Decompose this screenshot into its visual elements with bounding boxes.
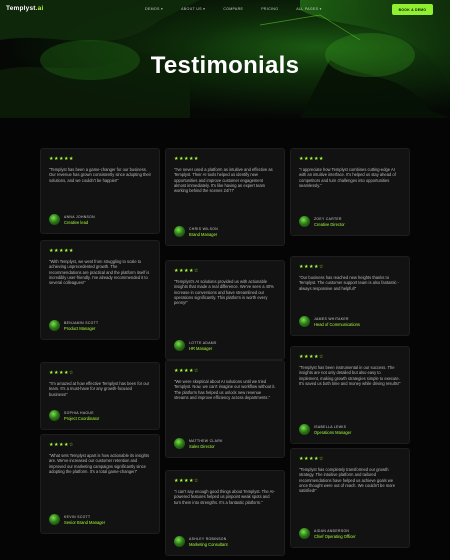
star-rating-icon: ★★★★★ <box>49 156 74 162</box>
author-name: LOTTE ADAMS <box>189 340 217 345</box>
testimonial-card: ★★★★★ "I've never used a platform as int… <box>165 148 285 246</box>
star-rating-icon: ★★★★☆ <box>299 354 324 360</box>
avatar <box>174 438 185 449</box>
testimonial-card: ★★★★☆ "Templyst has completely transform… <box>290 448 410 548</box>
top-navigation: Templyst.ai DEMOS ▾ ABOUT US ▾ COMPARE P… <box>0 0 450 20</box>
author-role: Creative Director <box>314 221 345 227</box>
nav-item-all-pages[interactable]: ALL PAGES ▾ <box>296 7 321 11</box>
author-role: Operations Manager <box>314 429 352 435</box>
testimonial-card: ★★★★☆ "What sets Templyst apart is how a… <box>40 434 160 534</box>
testimonial-card: ★★★★★ "Templyst has been a game-changer … <box>40 148 160 234</box>
avatar <box>174 226 185 237</box>
page-title: Testimonials <box>150 52 300 79</box>
testimonial-quote: "Templyst has been instrumental in our s… <box>299 365 401 386</box>
testimonial-card: ★★★★☆ "Templyst has been instrumental in… <box>290 346 410 444</box>
brand-mark: .ai <box>35 5 44 12</box>
author-name: CHRIS WILSON <box>189 226 219 231</box>
testimonial-author: JAMES WHITAKER Head of Communications <box>299 316 360 327</box>
testimonial-card: ★★★★★ "I appreciate how Templyst combine… <box>290 148 410 236</box>
testimonial-card: ★★★★☆ "Templyst's AI solutions provided … <box>165 260 285 360</box>
testimonial-quote: "Templyst has been a game-changer for ou… <box>49 167 151 183</box>
author-name: ZOEY CARTER <box>314 216 342 221</box>
testimonial-author: KEVIN SCOTT Senior Brand Manager <box>49 514 105 525</box>
avatar <box>299 216 310 227</box>
testimonial-quote: "I appreciate how Templyst combines cutt… <box>299 167 396 188</box>
testimonial-author: SOPHIA HAGUE Project Coordinator <box>49 410 99 421</box>
testimonial-author: ANNA JOHNSON Creative lead <box>49 214 95 225</box>
author-name: SOPHIA HAGUE <box>64 410 94 415</box>
author-name: KEVIN SCOTT <box>64 514 91 519</box>
book-demo-button[interactable]: BOOK A DEMO <box>392 4 433 15</box>
testimonial-author: CHRIS WILSON Brand Manager <box>174 226 218 237</box>
testimonial-author: ASHLEY ROBINSON Marketing Consultant <box>174 536 228 547</box>
star-rating-icon: ★★★★☆ <box>174 368 199 374</box>
testimonial-author: AIDAN ANDERSON Chief Operating Officer <box>299 528 356 539</box>
author-role: Creative lead <box>64 219 89 225</box>
testimonial-quote: "I can't say enough good things about Te… <box>174 489 275 505</box>
author-name: ASHLEY ROBINSON <box>189 536 227 541</box>
testimonial-card: ★★★★★ "With Templyst, we went from strug… <box>40 240 160 340</box>
nav-item-compare[interactable]: COMPARE <box>223 7 243 11</box>
testimonial-quote: "What sets Templyst apart is how actiona… <box>49 453 150 474</box>
avatar <box>49 320 60 331</box>
avatar <box>174 340 185 351</box>
brand-logo[interactable]: Templyst.ai <box>6 5 43 12</box>
star-rating-icon: ★★★★★ <box>174 156 199 162</box>
author-name: BENJAMIN SCOTT <box>64 320 99 325</box>
star-rating-icon: ★★★★☆ <box>174 268 199 274</box>
author-role: Senior Brand Manager <box>64 519 106 525</box>
author-name: ANNA JOHNSON <box>64 214 95 219</box>
testimonial-author: BENJAMIN SCOTT Product Manager <box>49 320 98 331</box>
author-role: Head of Communications <box>314 321 360 327</box>
nav-item-about-us[interactable]: ABOUT US ▾ <box>181 7 205 11</box>
avatar <box>49 514 60 525</box>
testimonial-quote: "We were skeptical about AI solutions un… <box>174 379 276 400</box>
testimonial-card: ★★★★☆ "I can't say enough good things ab… <box>165 470 285 556</box>
author-role: Sales Director <box>189 443 215 449</box>
avatar <box>49 214 60 225</box>
author-name: MATTHEW CLARK <box>189 438 223 443</box>
testimonial-author: LOTTE ADAMS HR Manager <box>174 340 217 351</box>
avatar <box>299 528 310 539</box>
testimonial-card: ★★★★☆ "We were skeptical about AI soluti… <box>165 360 285 458</box>
testimonial-author: ZOEY CARTER Creative Director <box>299 216 345 227</box>
testimonial-quote: "I've never used a platform as intuitive… <box>174 167 273 194</box>
nav-item-demos[interactable]: DEMOS ▾ <box>145 7 163 11</box>
author-role: Project Coordinator <box>64 415 100 421</box>
nav-menu: DEMOS ▾ ABOUT US ▾ COMPARE PRICING ALL P… <box>145 7 340 11</box>
star-rating-icon: ★★★★★ <box>299 156 324 162</box>
avatar <box>49 410 60 421</box>
author-role: Chief Operating Officer <box>314 533 356 539</box>
brand-name: Templyst <box>6 5 36 12</box>
author-role: Brand Manager <box>189 231 218 237</box>
avatar <box>299 424 310 435</box>
author-name: JAMES WHITAKER <box>314 316 349 321</box>
author-role: Marketing Consultant <box>189 541 228 547</box>
testimonial-quote: "I'm amazed at how effective Templyst ha… <box>49 381 150 397</box>
star-rating-icon: ★★★★☆ <box>299 264 324 270</box>
avatar <box>174 536 185 547</box>
nav-item-pricing[interactable]: PRICING <box>261 7 278 11</box>
star-rating-icon: ★★★★★ <box>49 248 74 254</box>
testimonial-quote: "Templyst's AI solutions provided us wit… <box>174 279 274 306</box>
star-rating-icon: ★★★★☆ <box>299 456 324 462</box>
star-rating-icon: ★★★★☆ <box>174 478 199 484</box>
testimonial-card: ★★★★☆ "Our business has reached new heig… <box>290 256 410 336</box>
author-name: AIDAN ANDERSON <box>314 528 350 533</box>
author-role: Product Manager <box>64 325 96 331</box>
testimonial-author: ISABELLA LEWIS Operations Manager <box>299 424 351 435</box>
testimonial-quote: "Our business has reached new heights th… <box>299 275 400 291</box>
testimonial-author: MATTHEW CLARK Sales Director <box>174 438 223 449</box>
avatar <box>299 316 310 327</box>
testimonial-quote: "With Templyst, we went from struggling … <box>49 259 150 286</box>
author-name: ISABELLA LEWIS <box>314 424 347 429</box>
author-role: HR Manager <box>189 345 213 351</box>
star-rating-icon: ★★★★☆ <box>49 442 74 448</box>
testimonial-card: ★★★★☆ "I'm amazed at how effective Templ… <box>40 362 160 430</box>
star-rating-icon: ★★★★☆ <box>49 370 74 376</box>
testimonial-quote: "Templyst has completely transformed our… <box>299 467 396 494</box>
